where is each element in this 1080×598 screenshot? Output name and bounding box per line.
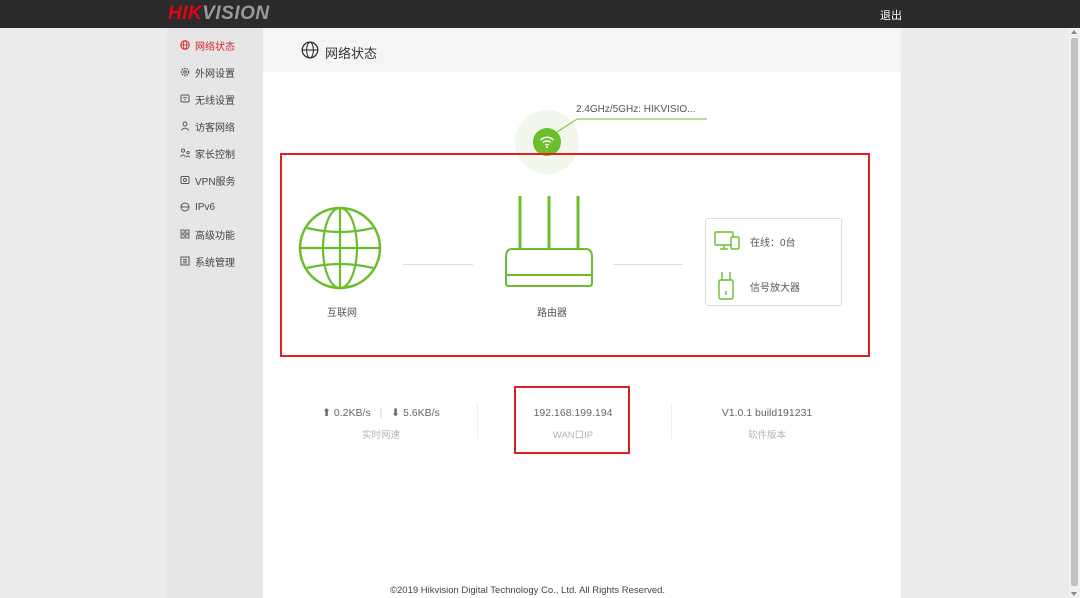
signal-extender-icon [718,272,734,300]
sidebar-item-label: 无线设置 [195,95,235,107]
internet-label: 互联网 [327,308,357,319]
hikvision-logo: HIKVISION [168,3,270,25]
footer-copyright: ©2019 Hikvision Digital Technology Co., … [390,585,666,596]
gear-icon [179,66,191,78]
vpn-shield-icon [179,174,191,186]
stat-divider [671,403,672,439]
connected-devices-card: 在线：0台 信号放大器 [705,218,842,306]
sidebar-item-label: 外网设置 [195,68,235,80]
download-speed: 5.6KB/s [403,407,440,419]
firmware-version-stat: V1.0.1 build191231 软件版本 [693,407,841,441]
sidebar-item-guest-network[interactable]: 访客网络 [179,118,235,134]
connection-line-internet-router [403,264,473,265]
sidebar-item-label: 系统管理 [195,257,235,269]
sidebar-item-network-status[interactable]: 网络状态 [179,37,235,53]
parent-child-icon [179,147,191,159]
online-devices-row[interactable]: 在线：0台 [714,231,796,251]
signal-extender-row[interactable]: 信号放大器 [714,271,800,301]
globe-icon [179,39,191,51]
sidebar-item-wan-settings[interactable]: 外网设置 [179,64,235,80]
page-scrollbar[interactable] [1069,28,1080,598]
logo-part-hik: HIK [168,3,203,24]
sidebar-item-label: 家长控制 [195,149,235,161]
grid-icon [179,228,191,240]
system-icon [179,255,191,267]
connection-line-router-devices [613,264,683,265]
highlight-box-wan-ip [514,386,630,454]
main-content: 网络状态 2.4GHz/5GHz: HIKVISIO... 互联网 路由器 在线… [263,28,901,598]
router-icon [505,196,593,287]
firmware-version-label: 软件版本 [747,430,786,441]
speed-values: ⬆ 0.2KB/s | ⬇ 5.6KB/s [301,407,461,419]
scroll-up-arrow-icon[interactable] [1071,30,1077,34]
internet-globe-icon [298,206,382,290]
wifi-box-icon [179,93,191,105]
router-label: 路由器 [537,308,567,319]
top-bar: HIKVISION 退出 [0,0,1080,28]
sidebar-item-label: 访客网络 [195,122,235,134]
guest-user-icon [179,120,191,132]
stat-divider [477,403,478,439]
speed-separator: | [379,407,383,419]
sidebar-item-label: 网络状态 [195,41,235,53]
sidebar-item-system-management[interactable]: 系统管理 [179,253,235,269]
wifi-status-button[interactable] [533,128,561,156]
signal-extender-label: 信号放大器 [750,282,800,294]
wifi-ssid[interactable]: 2.4GHz/5GHz: HIKVISIO... [576,104,695,115]
scroll-thumb[interactable] [1071,38,1078,586]
online-devices-count: 在线：0台 [750,237,796,249]
upload-speed: 0.2KB/s [333,407,371,419]
sidebar-item-label: 高级功能 [195,230,235,242]
logo-part-vision: VISION [202,3,270,24]
firmware-version-value: V1.0.1 build191231 [721,407,813,419]
sidebar-item-parental-control[interactable]: 家长控制 [179,145,235,161]
sidebar-item-vpn-service[interactable]: VPN服务 [179,172,236,188]
logout-button[interactable]: 退出 [880,7,902,23]
sidebar: 网络状态 外网设置 无线设置 访客网络 家长控制 VPN服务 IPv6 高级功能… [167,28,263,598]
realtime-speed-label: 实时网速 [361,430,400,441]
sidebar-item-advanced[interactable]: 高级功能 [179,226,235,242]
scroll-down-arrow-icon[interactable] [1071,592,1077,596]
ipv6-icon [179,201,191,213]
wifi-icon [540,136,554,148]
sidebar-item-label: IPv6 [195,201,216,213]
sidebar-item-label: VPN服务 [195,176,236,188]
sidebar-item-ipv6[interactable]: IPv6 [179,199,215,215]
upload-arrow-icon: ⬆ [322,407,331,419]
realtime-speed-stat: ⬆ 0.2KB/s | ⬇ 5.6KB/s 实时网速 [301,407,461,441]
monitor-phone-icon [714,231,740,250]
download-arrow-icon: ⬇ [391,407,401,419]
sidebar-item-wireless-settings[interactable]: 无线设置 [179,91,235,107]
